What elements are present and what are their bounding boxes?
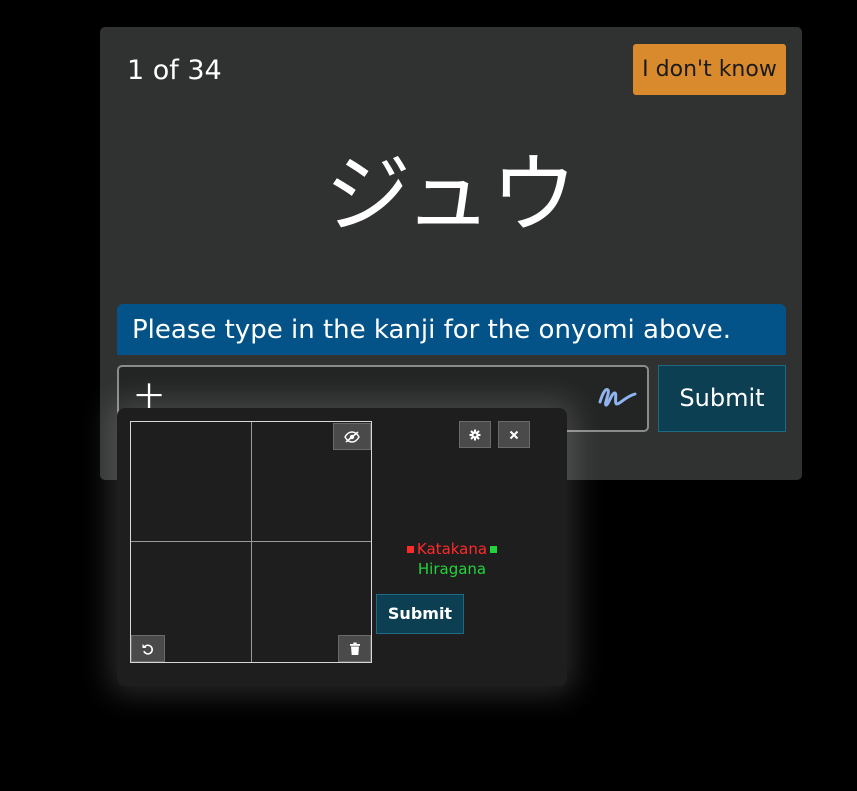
handwriting-icon[interactable]: [597, 380, 639, 412]
handwriting-submit-button[interactable]: Submit: [376, 594, 464, 634]
script-legend: Katakana Hiragana: [387, 539, 517, 579]
close-button[interactable]: [498, 421, 530, 448]
canvas-guide-vertical: [251, 422, 252, 662]
submit-answer-button[interactable]: Submit: [658, 365, 786, 432]
dont-know-button[interactable]: I don't know: [633, 44, 786, 95]
onyomi-prompt: ジュウ: [325, 145, 577, 245]
canvas-guide-horizontal: [131, 541, 371, 542]
katakana-swatch: [406, 546, 414, 553]
hiragana-swatch: [490, 546, 498, 553]
handwriting-panel: Katakana Hiragana Submit: [117, 408, 567, 686]
instruction-bar: Please type in the kanji for the onyomi …: [117, 304, 786, 355]
progress-counter: 1 of 34: [127, 55, 222, 86]
undo-button[interactable]: [131, 635, 165, 662]
drawing-canvas[interactable]: [130, 421, 372, 663]
legend-hiragana: Hiragana: [417, 560, 487, 578]
legend-katakana: Katakana: [416, 540, 488, 558]
settings-button[interactable]: [459, 421, 491, 448]
clear-button[interactable]: [338, 635, 371, 662]
toggle-visibility-button[interactable]: [333, 423, 371, 450]
